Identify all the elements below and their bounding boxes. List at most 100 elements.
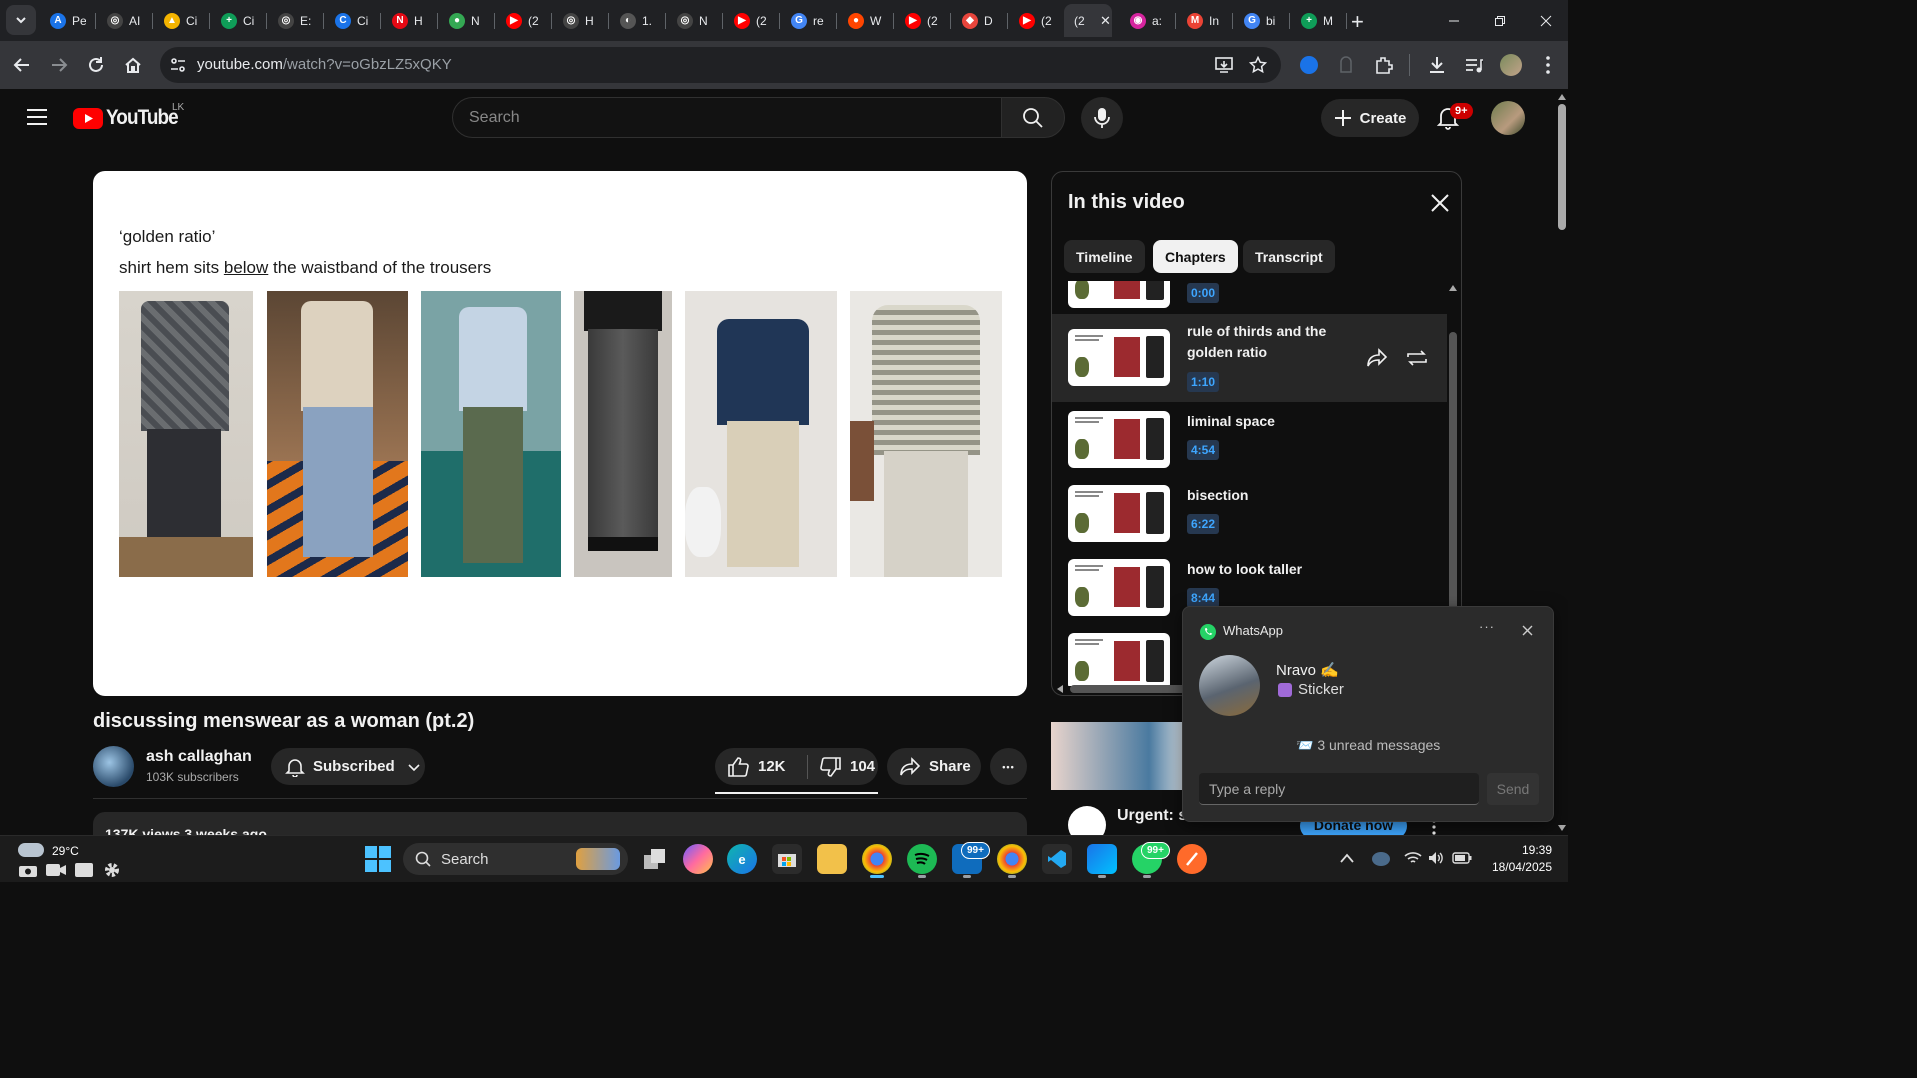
ad-thumbnail[interactable]	[1051, 722, 1191, 790]
panel-hscrollbar-thumb[interactable]	[1070, 685, 1190, 693]
clock-date[interactable]: 18/04/2025	[1476, 860, 1552, 874]
close-icon[interactable]	[1522, 625, 1533, 636]
reload-button[interactable]	[81, 50, 111, 80]
browser-tab[interactable]: ▶ (2	[895, 4, 951, 37]
search-button[interactable]	[1001, 97, 1065, 138]
browser-tab[interactable]: ◎ H	[553, 4, 609, 37]
browser-tab[interactable]: ◎ N	[667, 4, 723, 37]
orange-app-icon[interactable]	[1177, 844, 1207, 874]
file-explorer-icon[interactable]	[817, 844, 847, 874]
account-avatar[interactable]	[1491, 101, 1525, 135]
download-icon[interactable]	[1427, 55, 1447, 75]
close-tab-icon[interactable]: ✕	[1100, 13, 1111, 29]
chrome-taskbar-icon[interactable]	[862, 844, 892, 878]
wifi-icon[interactable]	[1404, 851, 1422, 865]
reply-input[interactable]: Type a reply	[1199, 773, 1479, 805]
channel-avatar[interactable]	[93, 746, 134, 787]
back-button[interactable]	[7, 50, 37, 80]
extensions-puzzle-icon[interactable]	[1374, 55, 1394, 75]
share-arrow-icon[interactable]	[1366, 348, 1388, 368]
dislike-button[interactable]: 104	[820, 756, 875, 778]
hamburger-menu-icon[interactable]	[26, 108, 48, 126]
chapter-item[interactable]: bisection 6:22	[1052, 481, 1447, 551]
window-icon[interactable]	[74, 862, 94, 878]
battery-icon[interactable]	[1452, 852, 1472, 864]
tray-chevron-up-icon[interactable]	[1340, 853, 1354, 863]
home-button[interactable]	[118, 50, 148, 80]
browser-tab[interactable]: ◆ D	[952, 4, 1008, 37]
scroll-up-icon[interactable]	[1448, 284, 1458, 292]
toast-more-button[interactable]: ···	[1479, 619, 1495, 634]
scroll-left-icon[interactable]	[1056, 684, 1064, 694]
edge-browser-icon[interactable]: e	[727, 844, 757, 874]
spotify-icon[interactable]	[907, 844, 937, 878]
profile-avatar[interactable]	[1500, 54, 1522, 76]
media-control-icon[interactable]	[1465, 56, 1483, 74]
browser-tab[interactable]: NH	[382, 4, 438, 37]
remote-app-icon[interactable]	[1087, 844, 1117, 878]
channel-name[interactable]: ash callaghan	[146, 748, 252, 766]
search-input[interactable]: Search	[452, 97, 1001, 138]
browser-tab[interactable]: ◐ 1.	[610, 4, 666, 37]
page-scrollbar-thumb[interactable]	[1558, 104, 1566, 230]
browser-tab[interactable]: ▲ Ci	[154, 4, 210, 37]
tab-chapters[interactable]: Chapters	[1153, 240, 1238, 273]
create-button[interactable]: Create	[1321, 99, 1419, 137]
page-scroll-down-icon[interactable]	[1557, 824, 1567, 832]
subscribed-button[interactable]: Subscribed	[271, 748, 425, 785]
chapter-item-active[interactable]: rule of thirds and the golden ratio 1:10	[1052, 314, 1447, 402]
tab-search-button[interactable]	[6, 5, 36, 35]
page-scroll-up-icon[interactable]	[1557, 93, 1567, 101]
browser-tab[interactable]: C Ci	[325, 4, 381, 37]
restore-button[interactable]	[1477, 0, 1523, 41]
tab-transcript[interactable]: Transcript	[1243, 240, 1335, 273]
volume-icon[interactable]	[1428, 851, 1444, 865]
browser-tab[interactable]: ◉ a:	[1120, 4, 1176, 37]
bookmark-star-icon[interactable]	[1249, 56, 1267, 74]
browser-tab[interactable]: Gre	[781, 4, 837, 37]
address-bar[interactable]: youtube.com/watch?v=oGbzLZ5xQKY	[160, 47, 1281, 83]
browser-tab[interactable]: ● W	[838, 4, 894, 37]
browser-tab[interactable]: + M	[1291, 4, 1347, 37]
browser-tab[interactable]: ▶ (2	[724, 4, 780, 37]
browser-tab[interactable]: A Pe	[40, 4, 96, 37]
settings-gear-icon[interactable]	[102, 860, 122, 880]
taskbar-search[interactable]: Search	[403, 843, 628, 875]
more-actions-button[interactable]: •••	[990, 748, 1027, 785]
browser-tab[interactable]: ● N	[439, 4, 495, 37]
copilot-icon[interactable]	[683, 844, 713, 874]
close-window-button[interactable]	[1523, 0, 1568, 41]
whatsapp-notification[interactable]: WhatsApp ··· Nravo ✍️ Sticker 📨 3 unread…	[1182, 606, 1554, 822]
extension-shazam-icon[interactable]	[1300, 56, 1318, 74]
youtube-logo[interactable]: YouTube	[73, 106, 186, 130]
video-player[interactable]: ‘golden ratio’ shirt hem sits below the …	[93, 171, 1027, 696]
browser-tab[interactable]: M In	[1177, 4, 1233, 37]
loop-icon[interactable]	[1406, 348, 1428, 368]
install-app-icon[interactable]	[1215, 56, 1233, 74]
weather-cloud-icon[interactable]	[18, 843, 44, 857]
chrome-profile-icon[interactable]	[997, 844, 1027, 878]
clock-time[interactable]: 19:39	[1484, 843, 1552, 857]
send-button[interactable]: Send	[1487, 773, 1539, 805]
tray-app-icon[interactable]	[1372, 852, 1390, 866]
browser-tab[interactable]: Gbi	[1234, 4, 1290, 37]
chapter-item[interactable]: liminal space 4:54	[1052, 407, 1447, 477]
tab-timeline[interactable]: Timeline	[1064, 240, 1145, 273]
camera-icon[interactable]	[18, 862, 38, 878]
browser-tab[interactable]: ▶ (2	[1009, 4, 1065, 37]
voice-search-button[interactable]	[1081, 97, 1123, 139]
chapter-item[interactable]: 0:00	[1052, 281, 1447, 315]
microsoft-store-icon[interactable]	[772, 844, 802, 874]
url-text[interactable]: youtube.com/watch?v=oGbzLZ5xQKY	[197, 56, 452, 73]
task-view-button[interactable]	[640, 844, 670, 874]
windows-start-button[interactable]	[365, 846, 391, 872]
browser-tab[interactable]: ◎ E:	[268, 4, 324, 37]
panel-scrollbar-thumb[interactable]	[1449, 332, 1457, 610]
forward-button[interactable]	[44, 50, 74, 80]
site-info-icon[interactable]	[170, 57, 186, 73]
temperature[interactable]: 29°C	[52, 844, 79, 858]
browser-tab[interactable]: ▶ (2	[496, 4, 552, 37]
new-tab-button[interactable]: +	[1351, 9, 1364, 35]
video-camera-icon[interactable]	[45, 863, 67, 877]
extension-dim-icon[interactable]	[1338, 56, 1354, 74]
